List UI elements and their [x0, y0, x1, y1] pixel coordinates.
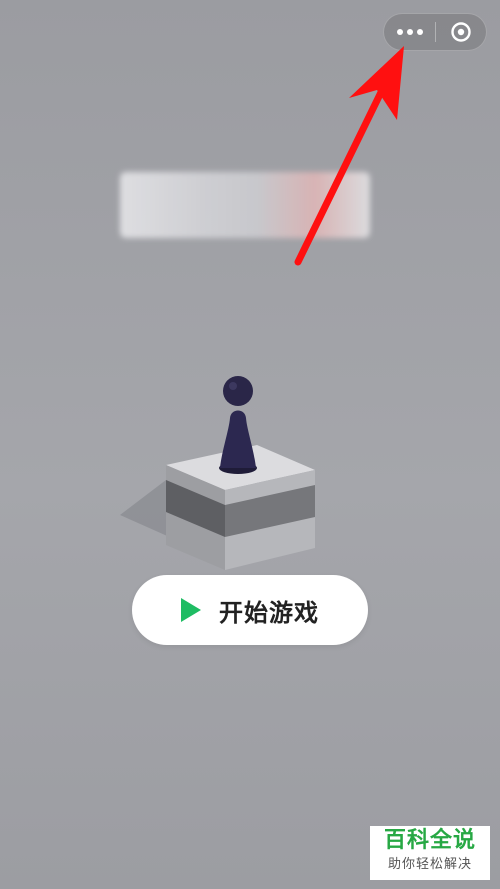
- play-icon: [181, 598, 201, 622]
- piece-head: [223, 376, 253, 406]
- close-button[interactable]: [436, 14, 486, 50]
- game-scene: [120, 376, 315, 570]
- ellipsis-dot: [416, 29, 423, 35]
- ellipsis-dot: [406, 29, 413, 35]
- piece-body: [220, 410, 256, 468]
- start-game-label: 开始游戏: [219, 598, 319, 627]
- ellipsis-icon: [396, 29, 403, 35]
- watermark-title: 百科全说: [383, 828, 476, 853]
- start-game-button[interactable]: 开始游戏: [132, 575, 368, 645]
- more-button[interactable]: [384, 14, 435, 50]
- mini-program-capsule: [383, 13, 487, 51]
- watermark-badge: 百科全说 助你轻松解决: [370, 826, 490, 880]
- target-circle-icon: [451, 22, 471, 42]
- piece-head-highlight: [229, 382, 237, 390]
- game-title-blurred: [120, 172, 370, 238]
- watermark-subtitle: 助你轻松解决: [387, 857, 472, 872]
